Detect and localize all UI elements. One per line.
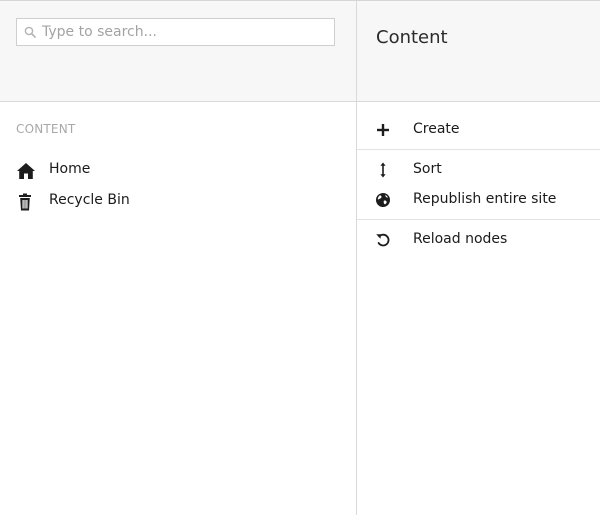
tree-item-label: Recycle Bin (49, 192, 130, 208)
reload-icon (376, 233, 390, 247)
home-icon (17, 163, 35, 179)
tree-panel: CONTENT Home Recycle Bin (0, 1, 356, 515)
action-label: Reload nodes (413, 231, 508, 247)
tree-item-label: Home (49, 161, 91, 177)
tree-item-recycle-bin[interactable]: Recycle Bin (0, 189, 356, 215)
plus-icon (377, 124, 389, 136)
action-label: Sort (413, 161, 442, 177)
globe-icon (376, 193, 390, 207)
action-create[interactable]: Create (357, 116, 600, 144)
actions-panel: Content Create Sort Republish entire sit… (357, 1, 600, 515)
tree-header (0, 1, 356, 102)
sort-icon (380, 162, 386, 178)
section-label-content: CONTENT (16, 122, 76, 136)
action-label: Create (413, 121, 460, 137)
action-label: Republish entire site (413, 191, 557, 207)
actions-header: Content (357, 1, 600, 102)
trash-icon (19, 193, 31, 211)
actions-title: Content (376, 27, 448, 48)
tree-item-home[interactable]: Home (0, 158, 356, 184)
action-republish[interactable]: Republish entire site (357, 186, 600, 214)
action-sort[interactable]: Sort (357, 156, 600, 184)
search-icon (24, 26, 36, 38)
action-reload-nodes[interactable]: Reload nodes (357, 226, 600, 254)
search-box[interactable] (16, 18, 335, 46)
action-separator (357, 219, 600, 220)
search-input[interactable] (42, 19, 330, 45)
action-separator (357, 149, 600, 150)
